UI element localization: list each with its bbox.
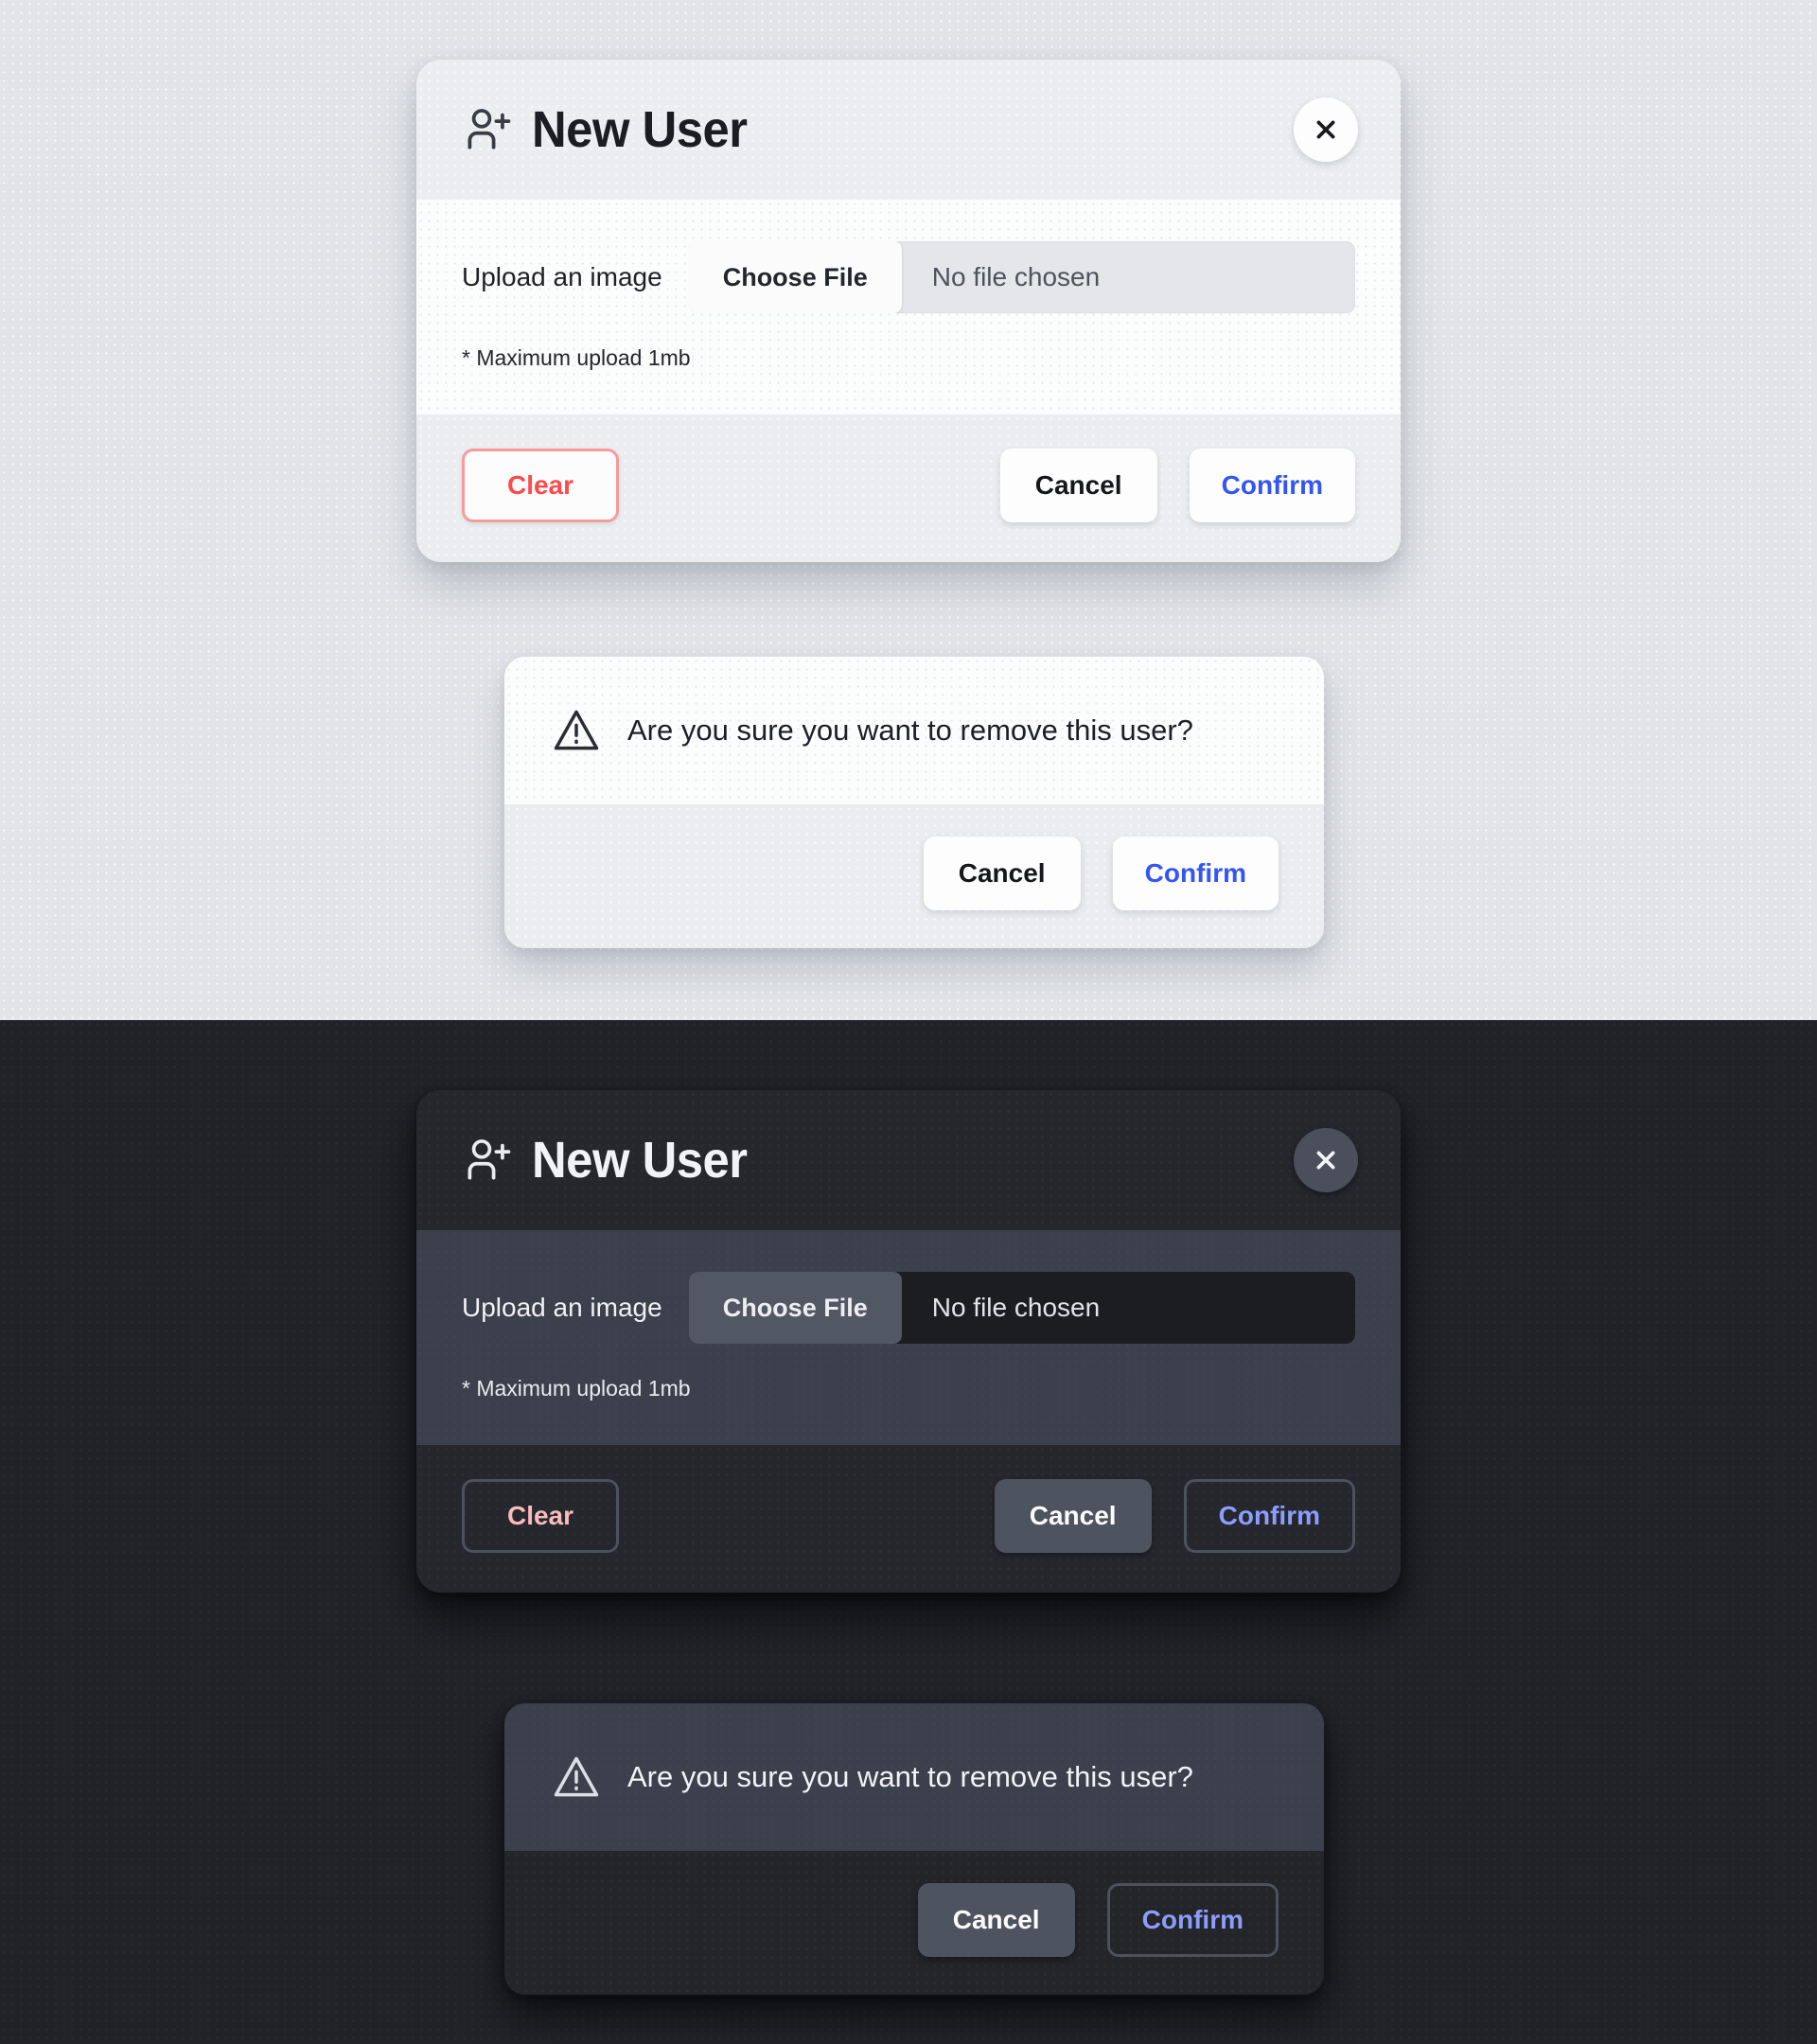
warning-triangle-icon <box>554 1756 599 1797</box>
page-root: New User Upload an image Choose File No … <box>0 0 1817 2044</box>
clear-button[interactable]: Clear <box>462 449 619 522</box>
dialog-message-dark: Are you sure you want to remove this use… <box>627 1760 1193 1794</box>
close-icon <box>1316 120 1335 139</box>
dialog-footer: Cancel Confirm <box>504 804 1324 948</box>
upload-helper-text-dark: * Maximum upload 1mb <box>462 1376 691 1401</box>
upload-row-dark: Upload an image Choose File No file chos… <box>462 1272 1355 1344</box>
page-title: New User <box>532 101 748 158</box>
upload-label-dark: Upload an image <box>462 1293 662 1322</box>
dialog-confirm-button[interactable]: Confirm <box>1112 837 1279 910</box>
dark-theme-panel: New User Upload an image Choose File No … <box>0 1020 1817 2044</box>
modal-header: New User <box>416 60 1401 200</box>
close-button[interactable] <box>1294 97 1358 162</box>
dialog-footer-dark: Cancel Confirm <box>504 1851 1324 1995</box>
dialog-confirm-button-dark[interactable]: Confirm <box>1106 1883 1279 1957</box>
dialog-message-row: Are you sure you want to remove this use… <box>504 657 1324 804</box>
upload-row: Upload an image Choose File No file chos… <box>462 241 1355 313</box>
new-user-modal-light: New User Upload an image Choose File No … <box>416 60 1401 562</box>
modal-header-dark: New User <box>416 1090 1401 1230</box>
cancel-button[interactable]: Cancel <box>999 449 1157 522</box>
file-name-value: No file chosen <box>931 262 1101 291</box>
modal-body-dark: Upload an image Choose File No file chos… <box>416 1230 1401 1445</box>
dialog-cancel-button[interactable]: Cancel <box>923 837 1081 910</box>
file-input-control-dark[interactable]: Choose File No file chosen <box>688 1272 1355 1344</box>
upload-label: Upload an image <box>462 262 662 291</box>
light-theme-panel: New User Upload an image Choose File No … <box>0 0 1817 1020</box>
user-plus-icon <box>467 109 511 150</box>
remove-user-dialog-light: Are you sure you want to remove this use… <box>504 657 1324 948</box>
modal-body: Upload an image Choose File No file chos… <box>416 200 1401 414</box>
page-title-dark: New User <box>532 1132 748 1189</box>
confirm-button[interactable]: Confirm <box>1189 449 1355 522</box>
clear-button-dark[interactable]: Clear <box>462 1479 619 1553</box>
dialog-message-row-dark: Are you sure you want to remove this use… <box>504 1703 1324 1851</box>
upload-helper-text: * Maximum upload 1mb <box>462 345 691 370</box>
remove-user-dialog-dark: Are you sure you want to remove this use… <box>504 1703 1324 1995</box>
close-icon <box>1316 1151 1335 1170</box>
dialog-cancel-button-dark[interactable]: Cancel <box>917 1883 1075 1957</box>
user-plus-icon <box>467 1139 511 1180</box>
confirm-button-dark[interactable]: Confirm <box>1183 1479 1355 1553</box>
choose-file-button[interactable]: Choose File <box>688 241 902 313</box>
new-user-modal-dark: New User Upload an image Choose File No … <box>416 1090 1401 1593</box>
modal-footer: Clear Cancel Confirm <box>416 414 1401 562</box>
dialog-message: Are you sure you want to remove this use… <box>627 714 1193 748</box>
modal-footer-dark: Clear Cancel Confirm <box>416 1445 1401 1593</box>
cancel-button-dark[interactable]: Cancel <box>994 1479 1152 1553</box>
close-button-dark[interactable] <box>1294 1128 1358 1192</box>
file-name-value-dark: No file chosen <box>931 1293 1101 1322</box>
warning-triangle-icon <box>554 710 599 750</box>
choose-file-button-dark[interactable]: Choose File <box>688 1272 902 1344</box>
file-input-control[interactable]: Choose File No file chosen <box>688 241 1355 313</box>
